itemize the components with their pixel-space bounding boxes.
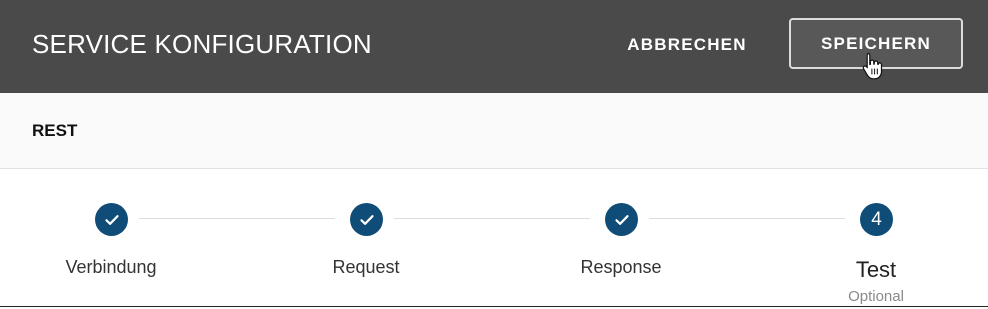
step-2-label: Request (332, 257, 400, 277)
step-4-label: Test (855, 257, 897, 282)
cancel-button[interactable]: ABBRECHEN (612, 26, 762, 64)
step-1-check[interactable] (95, 203, 128, 236)
step-connector (649, 218, 845, 219)
step-3-label: Response (580, 257, 662, 277)
step-2-check[interactable] (350, 203, 383, 236)
stepper: Verbindung Request Response 4 Test Optio… (0, 169, 988, 306)
section-label: REST (32, 121, 78, 140)
divider (0, 306, 988, 307)
step-4-number[interactable]: 4 (860, 203, 893, 236)
step-3-check[interactable] (605, 203, 638, 236)
check-icon (614, 214, 629, 225)
page-title: SERVICE KONFIGURATION (32, 29, 372, 59)
step-1-label: Verbindung (65, 257, 157, 277)
section-bar: REST (0, 93, 988, 169)
check-icon (359, 214, 374, 225)
hand-pointer-icon (862, 52, 883, 80)
step-connector (394, 218, 590, 219)
app-header: SERVICE KONFIGURATION ABBRECHEN SPEICHER… (0, 0, 988, 93)
check-icon (104, 214, 119, 225)
step-4-optional: Optional (848, 288, 904, 305)
step-connector (139, 218, 335, 219)
